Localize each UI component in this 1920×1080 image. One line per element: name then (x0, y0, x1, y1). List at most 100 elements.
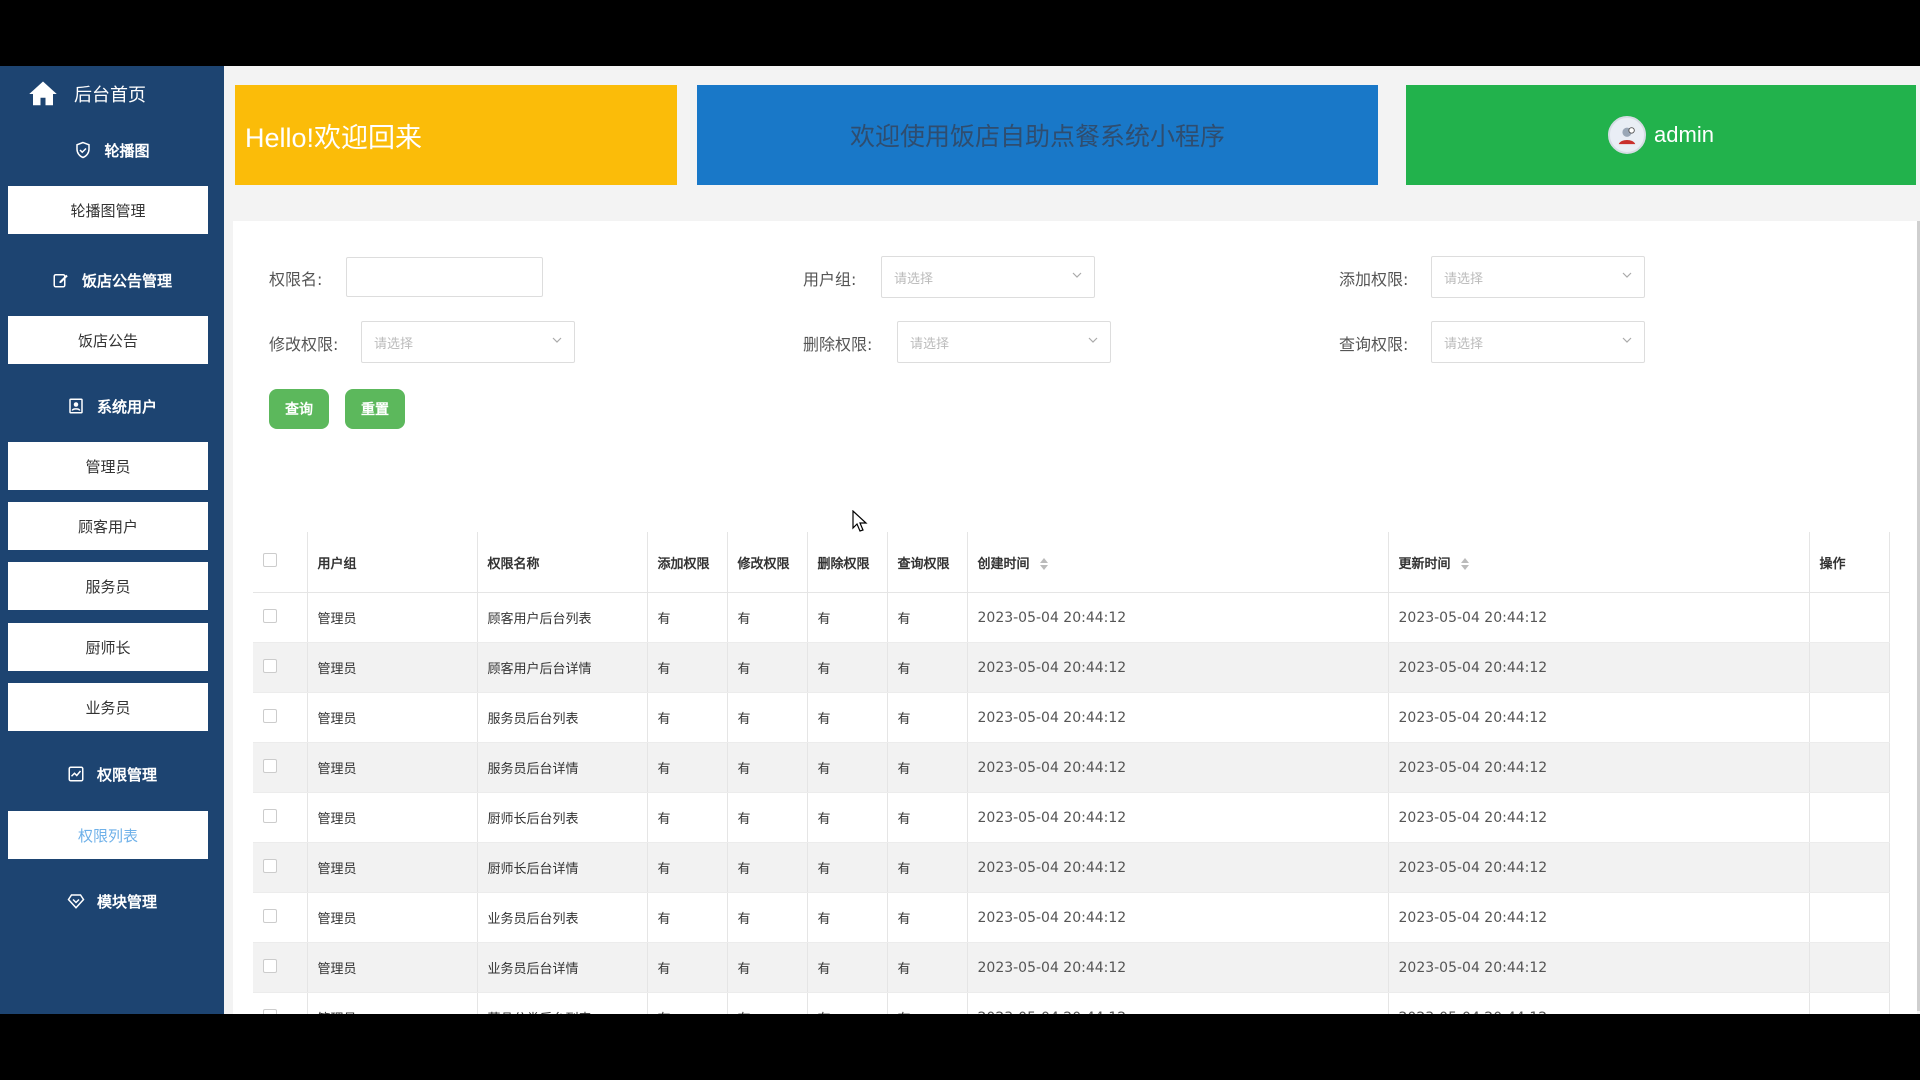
cell-add: 有 (647, 942, 728, 993)
sort-icon[interactable] (1040, 558, 1049, 570)
table-row[interactable]: 管理员 服务员后台列表有有有有 2023-05-04 20:44:12 2023-05… (253, 692, 1890, 743)
cell-name: 菜品分类后台列表 (477, 992, 648, 1014)
sidebar-group-modules[interactable]: 模块管理 (0, 873, 224, 929)
add-perm-select[interactable]: 请选择 (1431, 256, 1645, 298)
row-select-cell[interactable] (253, 642, 308, 693)
query-perm-select[interactable]: 请选择 (1431, 321, 1645, 363)
username: admin (1654, 122, 1714, 147)
cell-created: 2023-05-04 20:44:12 (967, 642, 1389, 693)
row-select-cell[interactable] (253, 692, 308, 743)
cell-query: 有 (887, 642, 968, 693)
cell-actions[interactable] (1809, 592, 1890, 643)
search-button[interactable]: 查询 (269, 389, 329, 429)
table-row[interactable]: 管理员 服务员后台详情有有有有 2023-05-04 20:44:12 2023-05… (253, 742, 1890, 793)
table-row[interactable]: 管理员 业务员后台列表有有有有 2023-05-04 20:44:12 2023-05… (253, 892, 1890, 943)
cell-del: 有 (807, 592, 888, 643)
cell-actions[interactable] (1809, 942, 1890, 993)
add-perm-label: 添加权限: (1339, 270, 1409, 289)
row-select-cell[interactable] (253, 992, 308, 1014)
edit-perm-label: 修改权限: (269, 335, 339, 354)
cell-updated: 2023-05-04 20:44:12 (1388, 642, 1810, 693)
row-select-cell[interactable] (253, 792, 308, 843)
reset-button[interactable]: 重置 (345, 389, 405, 429)
row-select-cell[interactable] (253, 892, 308, 943)
cell-actions[interactable] (1809, 992, 1890, 1014)
delete-perm-select[interactable]: 请选择 (897, 321, 1111, 363)
row-checkbox[interactable] (263, 758, 277, 773)
table-row[interactable]: 管理员 厨师长后台详情有有有有 2023-05-04 20:44:12 2023-05… (253, 842, 1890, 893)
main-panel: 权限名: 用户组: 请选择 添加权限: 请选择 修改权限: 请选择 删除权限: … (233, 221, 1917, 1014)
col-header-updated[interactable]: 更新时间 (1388, 532, 1810, 593)
cell-updated: 2023-05-04 20:44:12 (1388, 742, 1810, 793)
cell-add: 有 (647, 592, 728, 643)
cell-group: 管理员 (307, 942, 478, 993)
sidebar-home[interactable]: 后台首页 (0, 66, 224, 122)
sort-icon[interactable] (1461, 558, 1470, 570)
sidebar-group-carousel[interactable]: 轮播图 (0, 122, 224, 178)
row-checkbox[interactable] (263, 658, 277, 673)
table-row[interactable]: 管理员 顾客用户后台列表有有有有 2023-05-04 20:44:12 2023-0… (253, 592, 1890, 643)
row-select-cell[interactable] (253, 592, 308, 643)
cell-group: 管理员 (307, 742, 478, 793)
cell-query: 有 (887, 692, 968, 743)
sidebar-item-label: 服务员 (85, 577, 131, 596)
sidebar-item-waiter[interactable]: 服务员 (8, 562, 208, 610)
cell-actions[interactable] (1809, 742, 1890, 793)
select-all-checkbox[interactable] (263, 553, 277, 567)
cell-actions[interactable] (1809, 692, 1890, 743)
row-checkbox[interactable] (263, 808, 277, 823)
cell-actions[interactable] (1809, 842, 1890, 893)
row-checkbox[interactable] (263, 708, 277, 723)
row-checkbox[interactable] (263, 608, 277, 623)
table-row[interactable]: 管理员菜品分类后台列表有有有有2023-05-04 20:44:122023-0… (253, 992, 1890, 1014)
welcome-text: Hello!欢迎回来 (245, 122, 423, 153)
sidebar-item-customer[interactable]: 顾客用户 (8, 502, 208, 550)
sidebar-item-label: 轮播图管理 (70, 201, 146, 220)
cell-updated: 2023-05-04 20:44:12 (1388, 942, 1810, 993)
sidebar-group-notice[interactable]: 饭店公告管理 (0, 252, 224, 308)
row-select-cell[interactable] (253, 742, 308, 793)
user-group-select[interactable]: 请选择 (881, 256, 1095, 298)
row-select-cell[interactable] (253, 842, 308, 893)
sidebar-item-permission-list[interactable]: 权限列表 (8, 811, 208, 859)
user-banner[interactable]: admin (1406, 85, 1916, 185)
avatar[interactable] (1608, 116, 1647, 154)
cell-actions[interactable] (1809, 892, 1890, 943)
chevron-down-icon (1622, 272, 1632, 278)
table-row[interactable]: 管理员 业务员后台详情有有有有 2023-05-04 20:44:12 2023-05… (253, 942, 1890, 993)
perm-name-input[interactable] (346, 257, 543, 297)
cell-query: 有 (887, 742, 968, 793)
sidebar-item-notice[interactable]: 饭店公告 (8, 316, 208, 364)
cell-query: 有 (887, 592, 968, 643)
cell-actions[interactable] (1809, 642, 1890, 693)
cell-query: 有 (887, 842, 968, 893)
diamond-icon (67, 894, 85, 909)
col-header: 修改权限 (727, 532, 808, 593)
sidebar-item-carousel-manage[interactable]: 轮播图管理 (8, 186, 208, 234)
sidebar-item-admin[interactable]: 管理员 (8, 442, 208, 490)
table-row[interactable]: 管理员 顾客用户后台详情有有有有 2023-05-04 20:44:12 2023-0… (253, 642, 1890, 693)
col-header-created[interactable]: 创建时间 (967, 532, 1389, 593)
col-header-label: 创建时间 (977, 556, 1030, 572)
cell-name: 服务员后台列表 (477, 692, 648, 743)
sidebar-group-permissions[interactable]: 权限管理 (0, 746, 224, 802)
query-perm-label: 查询权限: (1339, 335, 1409, 354)
system-title: 欢迎使用饭店自助点餐系统小程序 (849, 123, 1225, 151)
select-all-cell[interactable] (253, 532, 308, 593)
row-checkbox[interactable] (263, 908, 277, 923)
sidebar-item-salesman[interactable]: 业务员 (8, 683, 208, 731)
table-row[interactable]: 管理员 厨师长后台列表有有有有 2023-05-04 20:44:12 2023-05… (253, 792, 1890, 843)
sidebar-group-system-users[interactable]: 系统用户 (0, 378, 224, 434)
row-checkbox[interactable] (263, 1008, 277, 1014)
row-checkbox[interactable] (263, 958, 277, 973)
cell-edit: 有 (727, 992, 808, 1014)
edit-perm-select[interactable]: 请选择 (361, 321, 575, 363)
sidebar-item-chef[interactable]: 厨师长 (8, 623, 208, 671)
cell-group: 管理员 (307, 792, 478, 843)
cell-del: 有 (807, 992, 888, 1014)
cell-updated: 2023-05-04 20:44:12 (1388, 792, 1810, 843)
row-checkbox[interactable] (263, 858, 277, 873)
sidebar-item-label: 厨师长 (85, 638, 131, 657)
row-select-cell[interactable] (253, 942, 308, 993)
cell-actions[interactable] (1809, 792, 1890, 843)
